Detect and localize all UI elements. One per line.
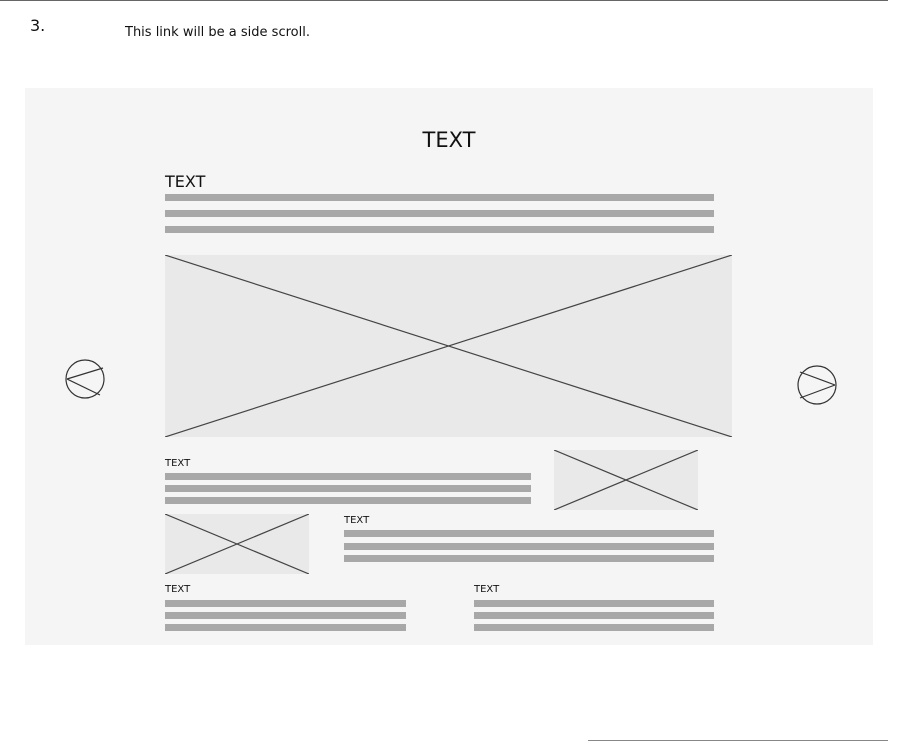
block-d-text-line: [474, 600, 714, 607]
block-d-heading: TEXT: [474, 584, 500, 595]
block-c-heading: TEXT: [165, 584, 191, 595]
block-b-text-line: [344, 555, 714, 562]
intro-text-line: [165, 194, 714, 201]
intro-text-line: [165, 226, 714, 233]
block-b-text-line: [344, 543, 714, 550]
circle-left-arrow-icon: [65, 359, 105, 399]
block-d-text-line: [474, 612, 714, 619]
block-b-text-line: [344, 530, 714, 537]
intro-text-line: [165, 210, 714, 217]
block-a-text-line: [165, 497, 531, 504]
page-title: TEXT: [422, 128, 476, 152]
step-number: 3.: [30, 16, 46, 35]
block-a-image-placeholder: [554, 450, 698, 510]
block-b-image-placeholder: [165, 514, 309, 574]
hero-image-placeholder: [165, 255, 732, 437]
top-divider: [0, 0, 888, 1]
wireframe-canvas: TEXT TEXT TEXT TEXT TEXT TEXT: [25, 88, 873, 645]
intro-heading: TEXT: [165, 172, 206, 191]
block-a-text-line: [165, 485, 531, 492]
circle-right-arrow-icon: [797, 365, 837, 405]
block-c-text-line: [165, 624, 406, 631]
side-scroll-note: This link will be a side scroll.: [125, 25, 310, 40]
next-arrow-button[interactable]: [797, 365, 837, 405]
block-a-text-line: [165, 473, 531, 480]
block-a-heading: TEXT: [165, 458, 191, 469]
block-c-text-line: [165, 600, 406, 607]
prev-arrow-button[interactable]: [65, 359, 105, 399]
block-c-text-line: [165, 612, 406, 619]
block-b-heading: TEXT: [344, 515, 370, 526]
block-d-text-line: [474, 624, 714, 631]
